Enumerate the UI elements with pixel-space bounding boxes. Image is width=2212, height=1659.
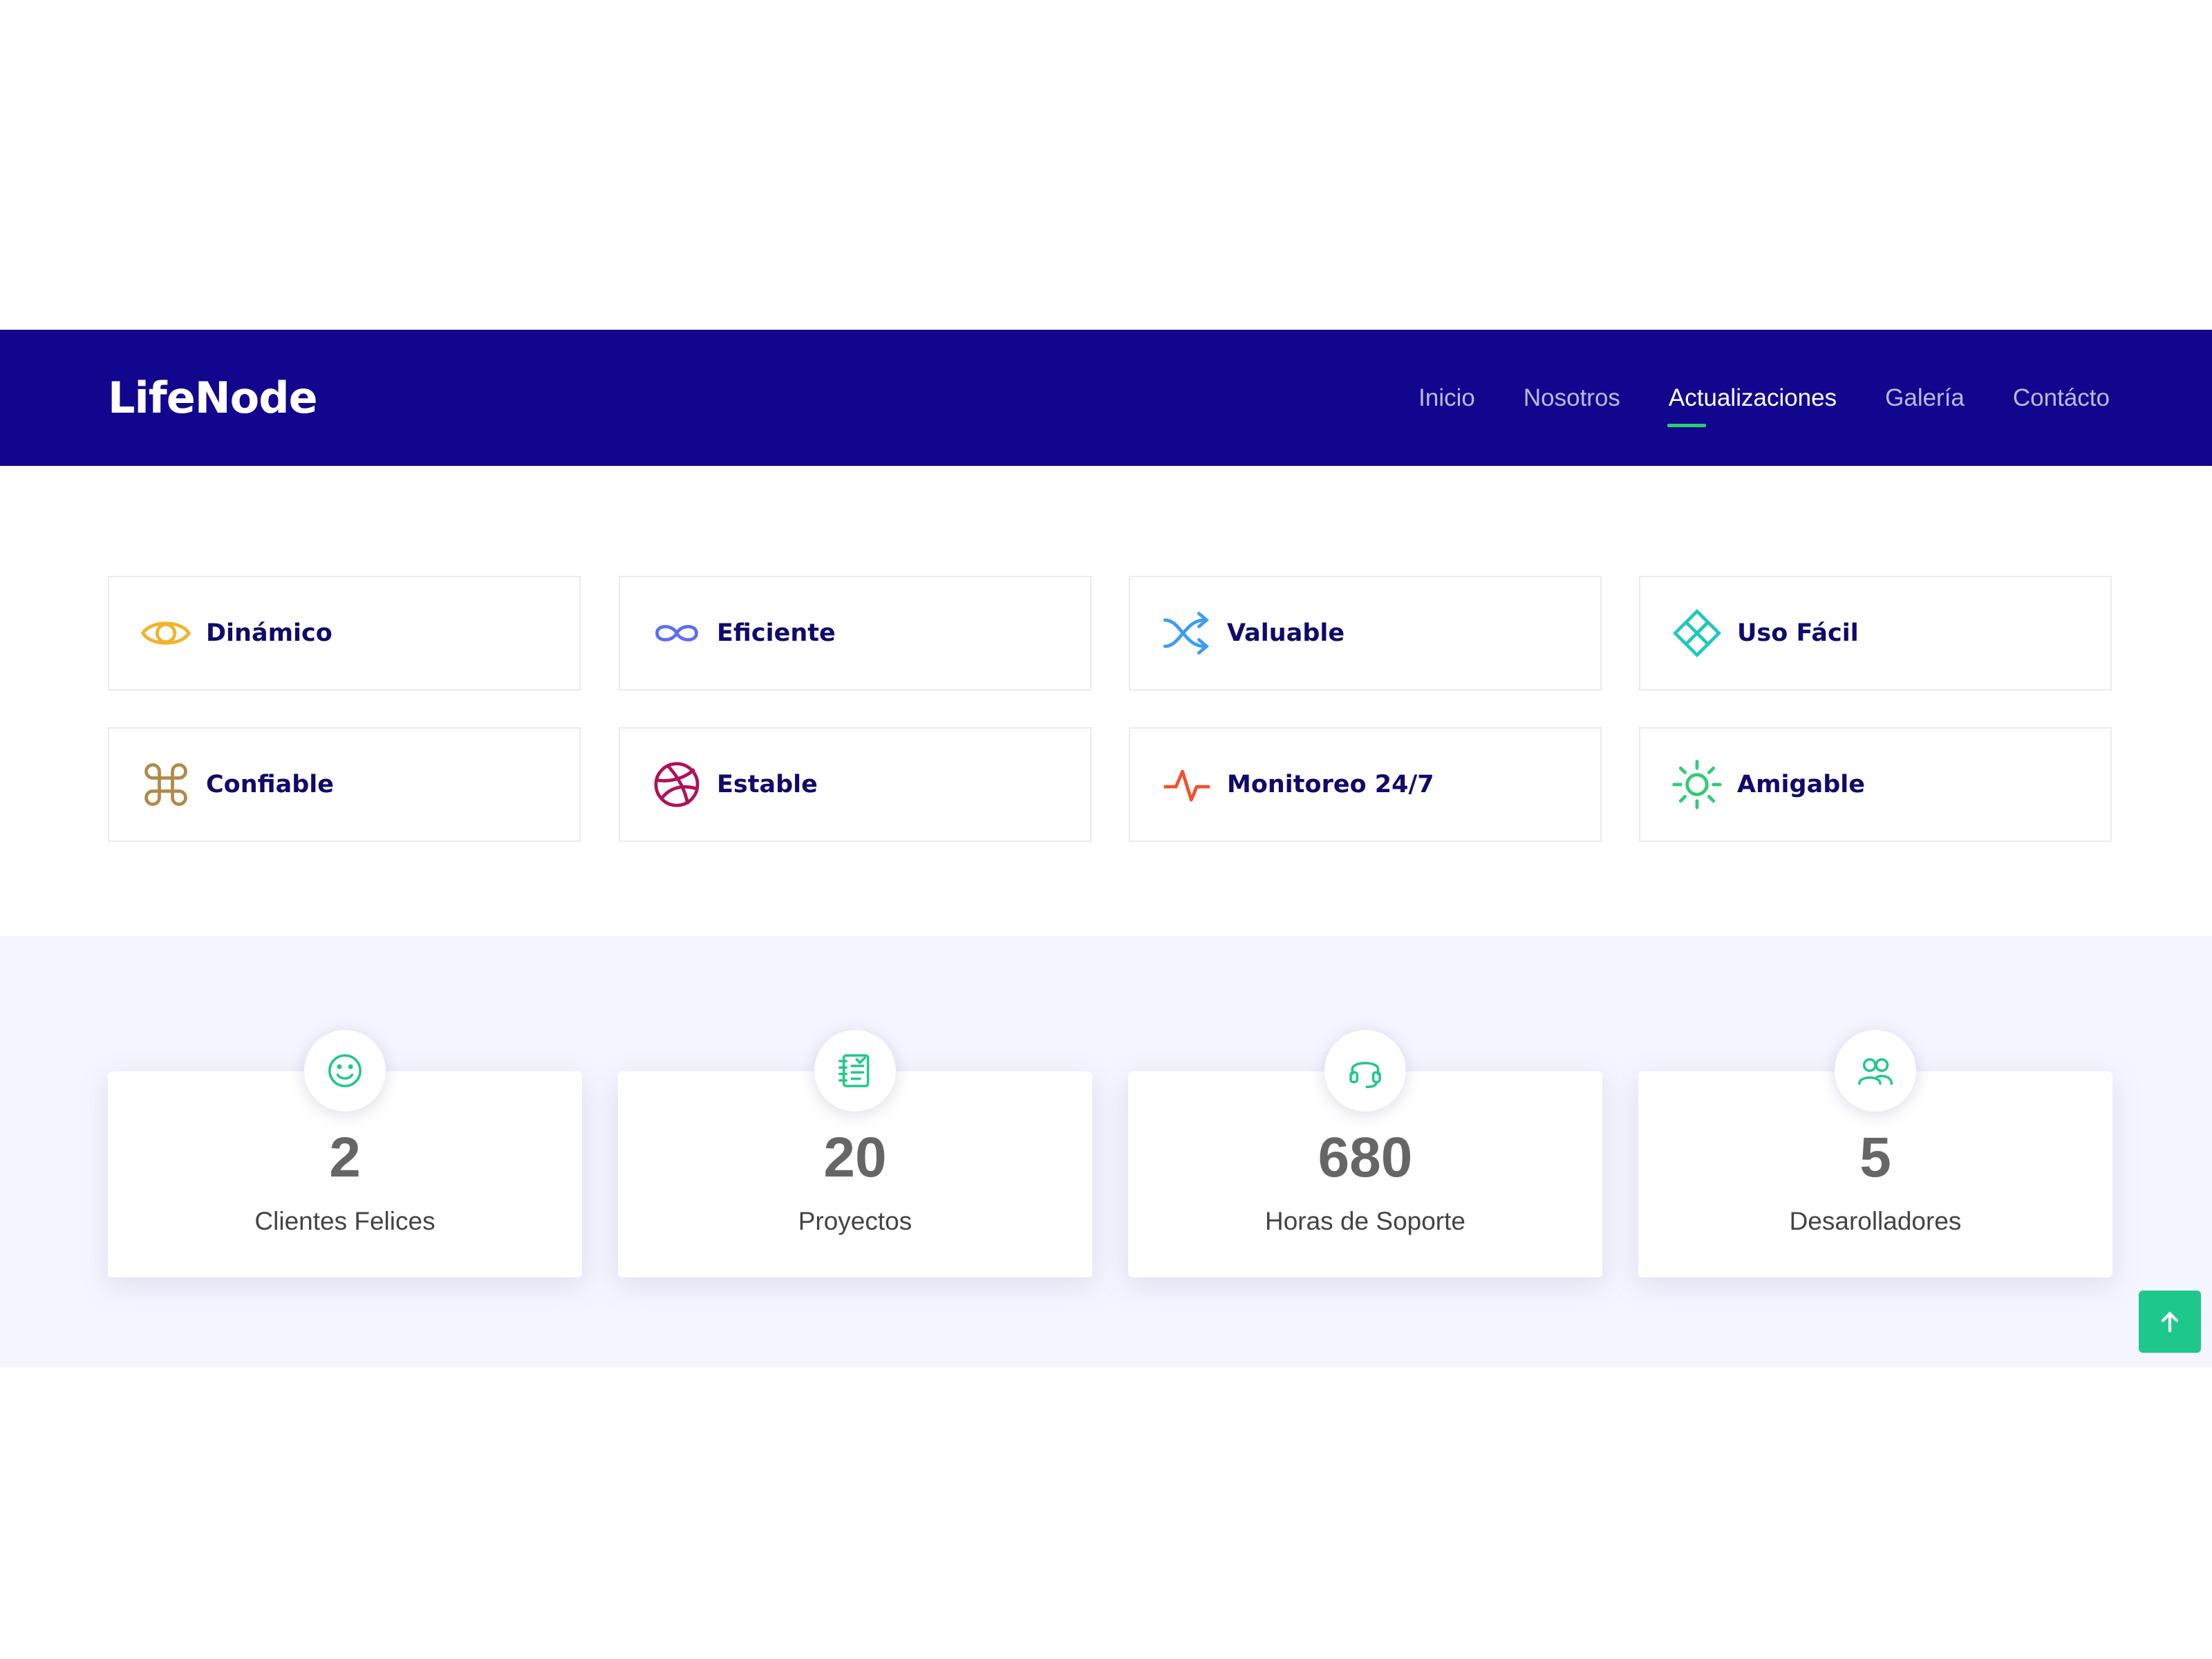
feature-card-confiable: Confiable xyxy=(108,727,581,842)
feature-label: Monitoreo 24/7 xyxy=(1227,771,1434,798)
document-list-icon xyxy=(814,1030,896,1112)
top-spacer xyxy=(0,0,2212,330)
infinity-icon xyxy=(650,607,703,659)
feature-label: Amigable xyxy=(1737,771,1866,798)
count-card-proyectos: 20 Proyectos xyxy=(618,1030,1092,1277)
nav-link-galeria[interactable]: Galería xyxy=(1885,384,1965,412)
feature-card-monitoreo: Monitoreo 24/7 xyxy=(1129,727,1602,842)
back-to-top-button[interactable] xyxy=(2139,1291,2201,1353)
feature-card-valuable: Valuable xyxy=(1129,576,1602,691)
nav-link-inicio[interactable]: Inicio xyxy=(1418,384,1475,412)
feature-card-dinamico: Dinámico xyxy=(108,576,581,691)
count-value: 20 xyxy=(823,1126,887,1189)
feature-label: Eficiente xyxy=(717,619,836,647)
count-label: Clientes Felices xyxy=(254,1207,435,1235)
smiley-icon xyxy=(304,1030,386,1112)
pulse-icon xyxy=(1161,758,1213,811)
main-nav: Inicio Nosotros Actualizaciones Galería … xyxy=(1418,384,2110,427)
count-label: Proyectos xyxy=(798,1207,912,1235)
count-value: 5 xyxy=(1859,1126,1891,1189)
feature-label: Valuable xyxy=(1227,619,1345,647)
arrow-up-icon xyxy=(2161,1311,2179,1333)
dribbble-icon xyxy=(650,758,703,811)
command-icon xyxy=(140,758,192,811)
feature-label: Dinámico xyxy=(206,619,332,647)
count-value: 2 xyxy=(329,1126,361,1189)
count-label: Horas de Soporte xyxy=(1264,1207,1465,1235)
navbar: LifeNode Inicio Nosotros Actualizaciones… xyxy=(0,330,2212,466)
count-card-clientes: 2 Clientes Felices xyxy=(108,1030,582,1277)
nav-link-contacto[interactable]: Contácto xyxy=(2013,384,2110,412)
bottom-spacer xyxy=(0,1367,2212,1659)
count-label: Desarolladores xyxy=(1789,1207,1962,1235)
eye-icon xyxy=(140,607,192,659)
feature-card-amigable: Amigable xyxy=(1639,727,2112,842)
diamond-grid-icon xyxy=(1671,607,1723,659)
feature-card-uso-facil: Uso Fácil xyxy=(1639,576,2112,691)
feature-label: Confiable xyxy=(206,771,334,798)
counts-section: 2 Clientes Felices 20 Proyectos 680 Hora… xyxy=(0,936,2212,1367)
nav-link-nosotros[interactable]: Nosotros xyxy=(1524,384,1620,412)
feature-card-eficiente: Eficiente xyxy=(619,576,1091,691)
feature-label: Estable xyxy=(717,771,818,798)
shuffle-icon xyxy=(1161,607,1213,659)
headset-icon xyxy=(1324,1030,1406,1112)
count-card-desarrolladores: 5 Desarolladores xyxy=(1638,1030,2112,1277)
logo[interactable]: LifeNode xyxy=(108,373,318,423)
features-section: Dinámico Eficiente Valuable Uso Fácil Co… xyxy=(0,466,2212,936)
count-card-horas: 680 Horas de Soporte xyxy=(1128,1030,1602,1277)
sun-icon xyxy=(1671,758,1723,811)
nav-link-actualizaciones[interactable]: Actualizaciones xyxy=(1667,384,1837,427)
feature-label: Uso Fácil xyxy=(1737,619,1859,647)
users-icon xyxy=(1835,1030,1916,1112)
count-value: 680 xyxy=(1318,1126,1413,1189)
feature-card-estable: Estable xyxy=(619,727,1091,842)
